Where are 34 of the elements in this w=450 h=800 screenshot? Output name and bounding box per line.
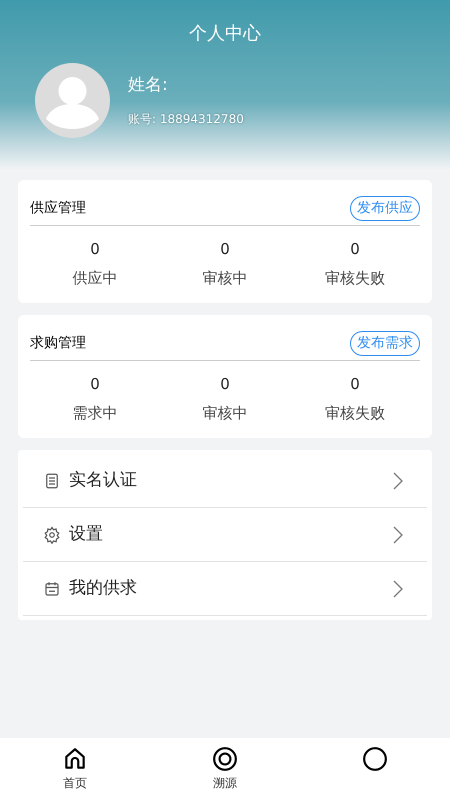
stat-label[interactable]: 需求中 bbox=[72, 402, 118, 424]
stat-value: 0 bbox=[90, 374, 100, 395]
tab-item[interactable]: 首页 bbox=[0, 738, 150, 800]
stat-value: 0 bbox=[90, 239, 100, 260]
stat-label[interactable]: 审核失败 bbox=[325, 402, 385, 424]
account-number: 账号: 18894312780 bbox=[128, 111, 244, 128]
section-title: 求购管理 bbox=[30, 334, 86, 353]
menu-item[interactable]: 实名认证 bbox=[23, 454, 427, 508]
circle-icon bbox=[362, 746, 388, 772]
tab-item[interactable]: 溯源 bbox=[150, 738, 300, 800]
calendar-icon bbox=[43, 580, 61, 598]
menu-item[interactable]: 我的供求 bbox=[23, 562, 427, 616]
page-title: 个人中心 bbox=[188, 22, 262, 46]
stat-label[interactable]: 审核中 bbox=[202, 266, 248, 289]
stat-label[interactable]: 审核失败 bbox=[325, 266, 385, 289]
menu-item[interactable]: 设置 bbox=[23, 508, 427, 562]
menu-label: 实名认证 bbox=[69, 468, 138, 492]
document-icon bbox=[43, 472, 61, 490]
chevron-right-icon bbox=[393, 580, 403, 598]
stat-label[interactable]: 供应中 bbox=[72, 266, 118, 289]
menu-label: 我的供求 bbox=[69, 576, 138, 600]
chevron-right-icon bbox=[393, 526, 403, 544]
stat-value: 0 bbox=[220, 239, 230, 260]
target-icon bbox=[212, 746, 238, 772]
stat-label[interactable]: 审核中 bbox=[202, 402, 248, 424]
menu-label: 设置 bbox=[69, 522, 104, 546]
chevron-right-icon bbox=[393, 472, 403, 490]
section-title: 供应管理 bbox=[30, 199, 86, 218]
stat-value: 0 bbox=[220, 374, 230, 395]
name-label: 姓名: bbox=[128, 74, 169, 97]
stat-value: 0 bbox=[350, 239, 360, 260]
stat-value: 0 bbox=[350, 374, 360, 395]
avatar-icon bbox=[35, 63, 110, 138]
settings-icon bbox=[43, 526, 61, 544]
